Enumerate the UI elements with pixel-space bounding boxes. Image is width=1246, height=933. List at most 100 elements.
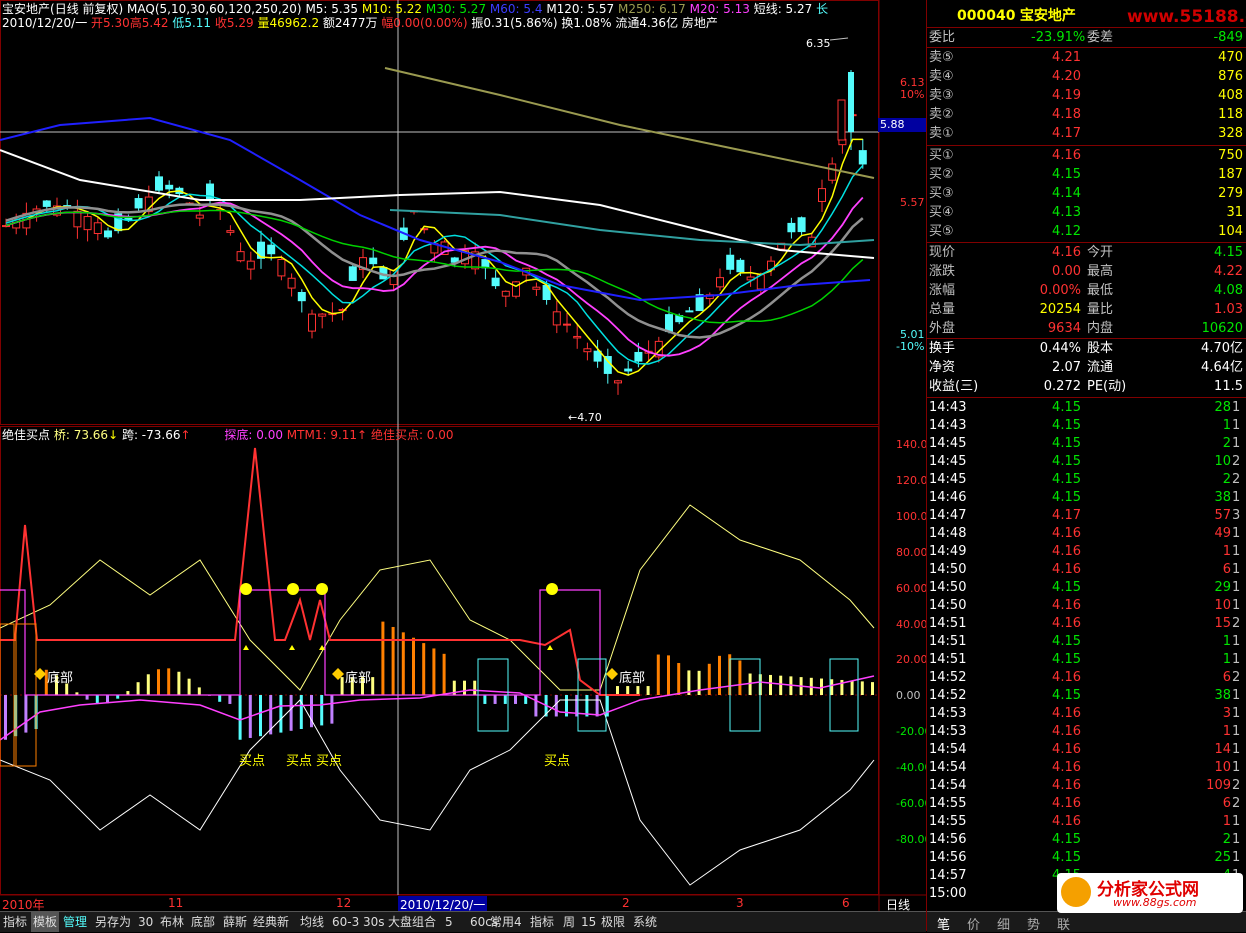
quote-tab[interactable]: 势 — [1027, 914, 1040, 933]
toolbar-item[interactable]: 5 — [445, 912, 453, 932]
buy-signal-dot — [546, 583, 558, 595]
tick-count: 1 — [1232, 832, 1241, 847]
candle-body — [583, 348, 592, 353]
tick-count: 2 — [1232, 454, 1241, 469]
quote-tab[interactable]: 笔 — [937, 914, 950, 933]
toolbar-item[interactable]: 极限 — [601, 912, 625, 932]
toolbar-item[interactable]: 指标 — [3, 912, 27, 932]
indicator-header: 绝佳买点 桥: 73.66↓ 跨: -73.66↑ 探底: 0.00 MTM1:… — [2, 428, 454, 442]
time-label-jun: 6 — [842, 896, 850, 910]
tick-time: 14:45 — [929, 436, 967, 451]
price-label-pct-low: -10% — [896, 340, 925, 353]
toolbar-item[interactable]: 15 — [581, 912, 596, 932]
tick-row: 14:50 4.15 29 1 — [927, 579, 1246, 597]
toolbar-item[interactable]: 另存为 — [95, 912, 131, 932]
ask-row: 卖③ 4.19 408 — [927, 86, 1246, 105]
toolbar-item[interactable]: 60-3 — [332, 912, 359, 932]
weicha-value: -849 — [1213, 30, 1243, 45]
tick-time: 14:51 — [929, 616, 967, 631]
stat-label: 净资 — [929, 360, 956, 375]
tick-volume: 6 — [1222, 562, 1231, 577]
toolbar-item[interactable]: 薛斯 — [223, 912, 247, 932]
quote-tab[interactable]: 细 — [997, 914, 1010, 933]
tick-volume: 109 — [1206, 778, 1231, 793]
quote-tab[interactable]: 价 — [967, 914, 980, 933]
stat-row: 外盘 9634 内盘 10620 — [927, 319, 1246, 338]
stat-value: 4.64亿 — [1201, 360, 1243, 375]
ask-label: 卖① — [929, 126, 954, 141]
weibi-row: 委比 -23.91% 委差 -849 — [927, 28, 1246, 47]
candle-body — [716, 277, 724, 288]
candle-body — [634, 351, 643, 362]
tick-price: 4.15 — [1052, 472, 1081, 487]
site-logo: 分析家公式网 www.88gs.com — [1057, 873, 1243, 913]
tick-row: 14:54 4.16 109 2 — [927, 777, 1246, 795]
candle-body — [685, 310, 694, 313]
ma5-value: M5: 5.35 — [305, 2, 359, 16]
tick-count: 1 — [1232, 724, 1241, 739]
candle-body — [42, 200, 51, 207]
short-line-value: 短线: 5.27 — [753, 2, 813, 16]
toolbar-item[interactable]: 管理 — [63, 912, 87, 932]
qiao-value: 桥: 73.66 — [53, 428, 109, 442]
histogram-bar — [218, 695, 222, 702]
bid-label: 买④ — [929, 205, 954, 220]
toolbar-item[interactable]: 均线 — [300, 912, 324, 932]
histogram-bar — [871, 682, 874, 695]
histogram-bar — [320, 695, 324, 726]
toolbar-item[interactable]: 指标 — [530, 912, 554, 932]
histogram-bar — [483, 695, 487, 704]
histogram-bar — [432, 648, 436, 695]
toolbar-item[interactable]: 底部 — [191, 912, 215, 932]
toolbar-item[interactable]: 30s — [363, 912, 385, 932]
stat-value: 20254 — [1039, 302, 1081, 317]
toolbar-item[interactable]: 系统 — [633, 912, 657, 932]
quote-title: 000040 宝安地产 — [957, 5, 1076, 25]
histogram-bar — [197, 687, 201, 695]
change-value: 幅0.00(0.00%) — [381, 16, 468, 30]
histogram-bar — [860, 681, 864, 695]
tick-row: 14:56 4.15 25 1 — [927, 849, 1246, 867]
tick-volume: 15 — [1214, 616, 1231, 631]
peak-pointer — [829, 37, 849, 41]
tick-row: 14:53 4.16 1 1 — [927, 723, 1246, 741]
toolbar-item[interactable]: 布林 — [160, 912, 184, 932]
amplitude-value: 振0.31(5.86%) — [471, 16, 558, 30]
ask-price: 4.19 — [1052, 88, 1081, 103]
toolbar-item[interactable]: 周 — [563, 912, 575, 932]
toolbar-item[interactable]: 经典新 — [253, 912, 289, 932]
bid-volume: 279 — [1218, 186, 1243, 201]
tick-row: 14:52 4.16 6 2 — [927, 669, 1246, 687]
quote-tab[interactable]: 联 — [1057, 914, 1070, 933]
stat-row: 换手 0.44% 股本 4.70亿 — [927, 339, 1246, 358]
chart-period: (日线 前复权) — [50, 2, 124, 16]
tick-price: 4.16 — [1052, 724, 1081, 739]
toolbar-item[interactable]: 30 — [138, 912, 153, 932]
tick-volume: 1 — [1222, 544, 1231, 559]
tick-row: 14:51 4.15 1 1 — [927, 633, 1246, 651]
stat-label: PE(动) — [1087, 379, 1127, 394]
candle-body — [93, 222, 102, 235]
tick-price: 4.17 — [1052, 508, 1081, 523]
tick-price: 4.15 — [1052, 400, 1081, 415]
price-label-mid: 5.57 — [900, 196, 925, 209]
toolbar-item[interactable]: 常用4 — [490, 912, 522, 932]
tick-count: 2 — [1232, 472, 1241, 487]
toolbar-item[interactable]: 大盘组合 — [388, 912, 436, 932]
tick-price: 4.16 — [1052, 670, 1081, 685]
tick-time: 14:52 — [929, 688, 967, 703]
toolbar-item[interactable]: 模板 — [31, 912, 60, 932]
candle-body — [226, 230, 235, 233]
tick-count: 1 — [1232, 544, 1241, 559]
histogram-bar — [422, 643, 426, 695]
stat-value: 11.5 — [1214, 379, 1243, 394]
tick-time: 14:50 — [929, 562, 967, 577]
histogram-bar — [646, 686, 650, 695]
tick-price: 4.16 — [1052, 796, 1081, 811]
chart-canvas[interactable] — [0, 0, 926, 911]
tick-volume: 28 — [1214, 400, 1231, 415]
tick-time: 14:54 — [929, 760, 967, 775]
tick-volume: 1 — [1222, 652, 1231, 667]
bid-volume: 31 — [1226, 205, 1243, 220]
buy-label-1: 买点 — [239, 754, 266, 769]
